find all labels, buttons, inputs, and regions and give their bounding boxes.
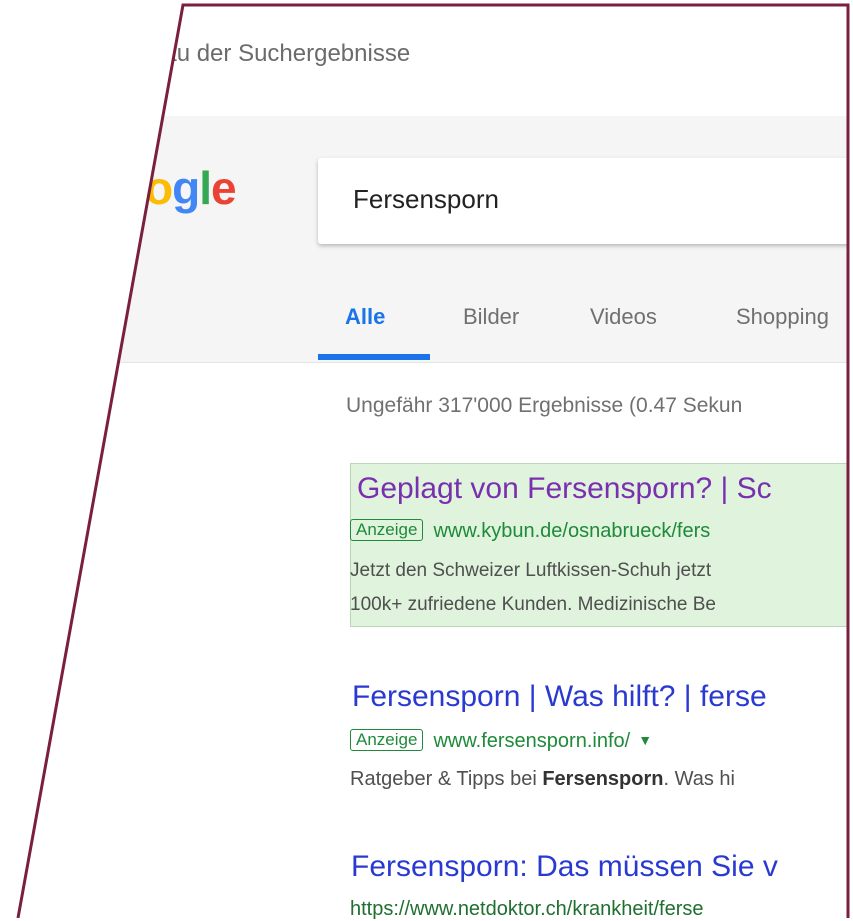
logo-letter-e: e xyxy=(211,162,237,214)
ad1-snippet-line1: Jetzt den Schweizer Luftkissen-Schuh jet… xyxy=(350,560,712,581)
ad1-url-line: Anzeige www.kybun.de/osnabrueck/fers xyxy=(350,519,710,543)
ad1-title-link[interactable]: Geplagt von Fersensporn? | Sc xyxy=(357,472,772,506)
ad2-snippet-prefix: Ratgeber & Tipps bei xyxy=(350,768,543,790)
tab-shopping[interactable]: Shopping xyxy=(736,304,829,330)
logo-letter-g: g xyxy=(172,162,200,214)
google-logo[interactable]: ogle xyxy=(145,161,237,215)
organic1-title-link[interactable]: Fersensporn: Das müssen Sie v xyxy=(351,850,778,884)
logo-letter-l: l xyxy=(199,162,212,214)
page-title: hau der Suchergebnisse xyxy=(150,40,411,67)
results-count: Ungefähr 317'000 Ergebnisse (0.47 Sekun xyxy=(346,394,743,417)
search-query[interactable]: Fersensporn xyxy=(353,184,499,215)
ad2-url-line: Anzeige www.fersensporn.info/ ▼ xyxy=(350,729,652,753)
search-input[interactable]: Fersensporn xyxy=(318,158,853,244)
ad2-snippet-keyword: Fersensporn xyxy=(542,768,664,790)
screenshot-canvas: hau der Suchergebnisse ogle Fersensporn … xyxy=(0,0,853,920)
ad2-url[interactable]: www.fersensporn.info/ xyxy=(433,730,630,752)
ad2-snippet-suffix: . Was hi xyxy=(663,768,736,790)
ad2-title-link[interactable]: Fersensporn | Was hilft? | ferse xyxy=(352,680,767,714)
dropdown-caret-icon[interactable]: ▼ xyxy=(638,732,652,748)
ad2-snippet: Ratgeber & Tipps bei Fersensporn. Was hi xyxy=(350,768,735,791)
ad-badge: Anzeige xyxy=(350,729,424,751)
tab-alle[interactable]: Alle xyxy=(345,304,385,330)
ad1-url[interactable]: www.kybun.de/osnabrueck/fers xyxy=(433,520,710,542)
tab-videos[interactable]: Videos xyxy=(590,304,657,330)
active-tab-indicator xyxy=(318,354,430,360)
ad-badge: Anzeige xyxy=(350,519,424,541)
ad1-snippet-line2: 100k+ zufriedene Kunden. Medizinische Be xyxy=(350,594,716,615)
logo-letter-o: o xyxy=(145,162,173,214)
tab-bilder[interactable]: Bilder xyxy=(463,304,519,330)
